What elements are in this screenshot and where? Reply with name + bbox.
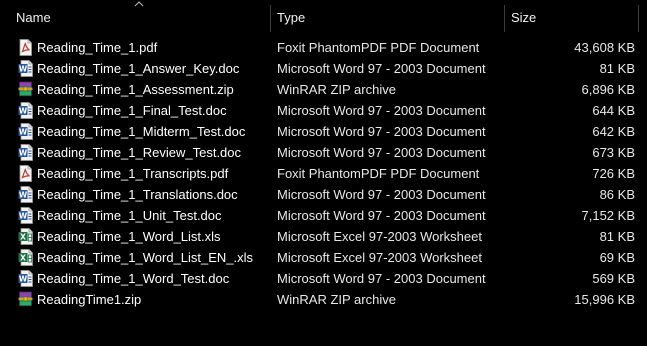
file-size: 81 KB xyxy=(599,229,635,244)
pdf-icon xyxy=(18,165,33,182)
column-header-size[interactable]: Size xyxy=(505,3,638,32)
word-doc-icon: W xyxy=(18,102,33,119)
file-name: Reading_Time_1_Answer_Key.doc xyxy=(37,61,240,76)
file-row[interactable]: Reading_Time_1_Assessment.zip WinRAR ZIP … xyxy=(0,79,647,100)
file-name: Reading_Time_1.pdf xyxy=(37,40,158,55)
file-type: WinRAR ZIP archive xyxy=(277,292,396,307)
file-name: Reading_Time_1_Review_Test.doc xyxy=(37,145,242,160)
file-type: Microsoft Word 97 - 2003 Document xyxy=(277,208,486,223)
excel-xls-icon: X xyxy=(18,249,33,266)
file-row[interactable]: W Reading_Time_1_Final_Test.doc Microsoft … xyxy=(0,100,647,121)
file-size: 86 KB xyxy=(599,187,635,202)
file-row[interactable]: Reading_Time_1_Transcripts.pdf Foxit Phan… xyxy=(0,163,647,184)
file-size: 69 KB xyxy=(599,250,635,265)
word-doc-icon: W xyxy=(18,60,33,77)
file-row[interactable]: W Reading_Time_1_Review_Test.doc Microsoft… xyxy=(0,142,647,163)
file-type: Microsoft Word 97 - 2003 Document xyxy=(277,271,486,286)
file-size: 726 KB xyxy=(592,166,635,181)
file-name: Reading_Time_1_Translations.doc xyxy=(37,187,238,202)
file-type: Foxit PhantomPDF PDF Document xyxy=(277,166,480,181)
svg-text:W: W xyxy=(19,148,28,157)
file-size: 15,996 KB xyxy=(574,292,635,307)
word-doc-icon: W xyxy=(18,144,33,161)
word-doc-icon: W xyxy=(18,123,33,140)
excel-xls-icon: X xyxy=(18,228,33,245)
word-doc-icon: W xyxy=(18,186,33,203)
svg-text:X: X xyxy=(20,232,26,241)
file-row[interactable]: W Reading_Time_1_Unit_Test.doc Microsoft W… xyxy=(0,205,647,226)
svg-text:W: W xyxy=(19,106,28,115)
file-row[interactable]: Reading_Time_1.pdf Foxit PhantomPDF PDF D… xyxy=(0,37,647,58)
file-size: 6,896 KB xyxy=(581,82,636,97)
file-list: Reading_Time_1.pdf Foxit PhantomPDF PDF D… xyxy=(0,37,647,310)
file-name: Reading_Time_1_Word_List.xls xyxy=(37,229,221,244)
file-size: 43,608 KB xyxy=(574,40,635,55)
file-type: Microsoft Excel 97-2003 Worksheet xyxy=(277,229,482,244)
file-type: Microsoft Word 97 - 2003 Document xyxy=(277,103,486,118)
column-header-bar: Name Type Size xyxy=(0,0,647,34)
svg-text:W: W xyxy=(19,64,28,73)
file-type: Microsoft Word 97 - 2003 Document xyxy=(277,145,486,160)
file-type: WinRAR ZIP archive xyxy=(277,82,396,97)
winrar-zip-icon xyxy=(18,291,33,308)
file-size: 569 KB xyxy=(592,271,635,286)
column-header-type[interactable]: Type xyxy=(271,3,504,32)
svg-text:W: W xyxy=(19,211,28,220)
file-row[interactable]: W Reading_Time_1_Midterm_Test.doc Microsof… xyxy=(0,121,647,142)
column-header-name[interactable]: Name xyxy=(0,3,270,32)
pdf-icon xyxy=(18,39,33,56)
file-size: 81 KB xyxy=(599,61,635,76)
word-doc-icon: W xyxy=(18,270,33,287)
file-name: Reading_Time_1_Final_Test.doc xyxy=(37,103,227,118)
word-doc-icon: W xyxy=(18,207,33,224)
file-name: Reading_Time_1_Word_List_EN_.xls xyxy=(37,250,254,265)
column-divider[interactable] xyxy=(638,5,639,32)
file-name: Reading_Time_1_Transcripts.pdf xyxy=(37,166,229,181)
file-type: Microsoft Word 97 - 2003 Document xyxy=(277,187,486,202)
file-type: Microsoft Excel 97-2003 Worksheet xyxy=(277,250,482,265)
file-name: Reading_Time_1_Unit_Test.doc xyxy=(37,208,222,223)
file-name: ReadingTime1.zip xyxy=(37,292,142,307)
file-row[interactable]: X Reading_Time_1_Word_List.xls Microsoft E… xyxy=(0,226,647,247)
svg-text:W: W xyxy=(19,127,28,136)
file-type: Foxit PhantomPDF PDF Document xyxy=(277,40,480,55)
winrar-zip-icon xyxy=(18,81,33,98)
file-type: Microsoft Word 97 - 2003 Document xyxy=(277,61,486,76)
file-name: Reading_Time_1_Midterm_Test.doc xyxy=(37,124,246,139)
svg-text:W: W xyxy=(19,190,28,199)
file-row[interactable]: W Reading_Time_1_Word_Test.doc Microsoft W… xyxy=(0,268,647,289)
file-size: 673 KB xyxy=(592,145,635,160)
file-name: Reading_Time_1_Word_Test.doc xyxy=(37,271,230,286)
svg-text:W: W xyxy=(19,274,28,283)
file-type: Microsoft Word 97 - 2003 Document xyxy=(277,124,486,139)
svg-text:X: X xyxy=(20,253,26,262)
file-row[interactable]: ReadingTime1.zip WinRAR ZIP archive 15,996… xyxy=(0,289,647,310)
file-size: 7,152 KB xyxy=(581,208,636,223)
file-name: Reading_Time_1_Assessment.zip xyxy=(37,82,234,97)
file-size: 642 KB xyxy=(592,124,635,139)
file-row[interactable]: W Reading_Time_1_Answer_Key.doc Microsoft … xyxy=(0,58,647,79)
file-size: 644 KB xyxy=(592,103,635,118)
file-row[interactable]: W Reading_Time_1_Translations.doc Microsof… xyxy=(0,184,647,205)
file-row[interactable]: X Reading_Time_1_Word_List_EN_.xls Microso… xyxy=(0,247,647,268)
